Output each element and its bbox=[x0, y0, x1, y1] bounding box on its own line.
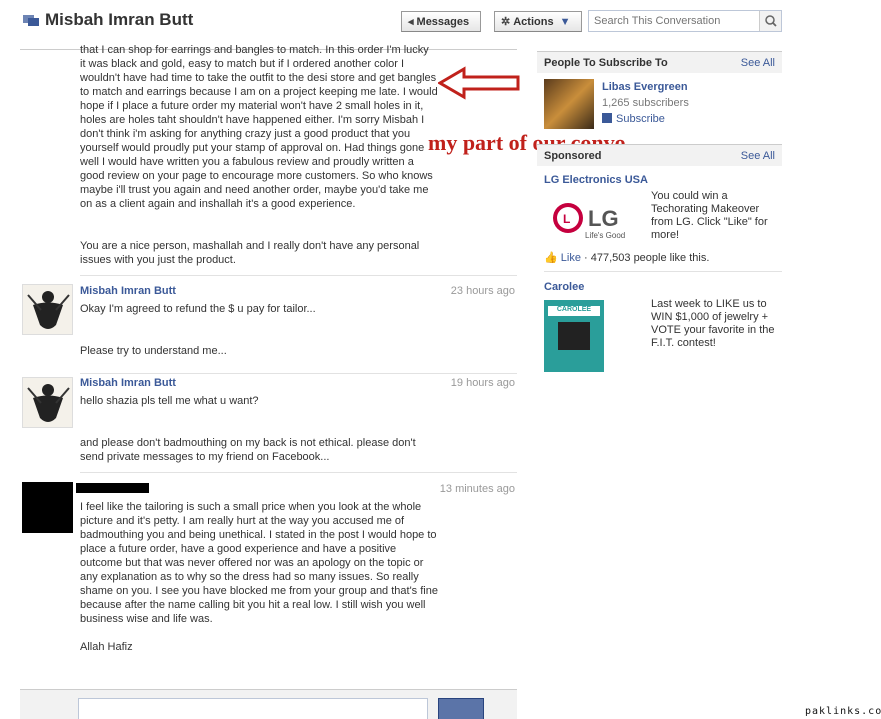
right-sidebar: People To Subscribe To See All Libas Eve… bbox=[537, 51, 782, 372]
subscribe-header: People To Subscribe To See All bbox=[537, 51, 782, 73]
conversation-header: Misbah Imran Butt ◂ Messages ✲ Actions ▼ bbox=[20, 8, 782, 36]
subscribe-link[interactable]: Subscribe bbox=[602, 113, 665, 125]
subscriber-count: 1,265 subscribers bbox=[602, 97, 689, 109]
see-all-link[interactable]: See All bbox=[741, 57, 775, 69]
page-title: Misbah Imran Butt bbox=[45, 10, 194, 29]
carolee-ad-image[interactable]: CAROLEE bbox=[544, 300, 604, 372]
lg-logo-text: LG bbox=[588, 206, 619, 231]
avatar[interactable] bbox=[22, 377, 73, 428]
sponsored-header: Sponsored See All bbox=[537, 144, 782, 166]
search-icon bbox=[765, 15, 777, 27]
libas-evergreen-image[interactable] bbox=[544, 79, 594, 129]
ad-title[interactable]: Carolee bbox=[544, 281, 584, 293]
reply-area bbox=[20, 689, 517, 719]
see-all-link[interactable]: See All bbox=[741, 150, 775, 162]
search-button[interactable] bbox=[759, 11, 781, 31]
chevron-down-icon: ▼ bbox=[559, 16, 571, 28]
subscribe-label: Subscribe bbox=[616, 113, 665, 125]
actions-button-label: Actions bbox=[513, 16, 554, 28]
message-body: hello shazia pls tell me what u want? bbox=[80, 395, 259, 407]
message-body: and please don't badmouthing on my back … bbox=[80, 437, 416, 463]
reply-button[interactable] bbox=[438, 698, 484, 719]
author-name[interactable]: Misbah Imran Butt bbox=[80, 285, 176, 297]
rss-icon bbox=[602, 113, 612, 123]
watermark: paklinks.com bbox=[805, 706, 881, 717]
author-name-redacted bbox=[76, 483, 149, 493]
red-arrow-annotation bbox=[438, 66, 520, 100]
message-body: Allah Hafiz bbox=[80, 641, 133, 653]
thumbs-up-icon: 👍 bbox=[544, 252, 558, 264]
ad-like-row: 👍 Like · 477,503 people like this. bbox=[544, 252, 710, 264]
avatar-redacted[interactable] bbox=[22, 482, 73, 533]
lg-logo[interactable]: L LG Life's Good bbox=[551, 201, 641, 241]
message-text-cut: that I can shop for earrings and bangles… bbox=[80, 44, 429, 56]
messages-button[interactable]: ◂ Messages bbox=[401, 11, 481, 32]
messages-button-label: Messages bbox=[416, 16, 470, 28]
message-body: Please try to understand me... bbox=[80, 345, 227, 357]
ad-text: Last week to LIKE us to WIN $1,000 of je… bbox=[651, 298, 775, 349]
timestamp: 19 hours ago bbox=[450, 377, 515, 389]
page: Misbah Imran Butt ◂Messages ✲Actions ▼ t… bbox=[0, 0, 881, 719]
author-name[interactable]: Misbah Imran Butt bbox=[80, 377, 176, 389]
actions-button[interactable]: ✲ Actions ▼ bbox=[494, 11, 582, 32]
gear-icon: ✲ bbox=[501, 16, 511, 28]
like-count: 477,503 people like this. bbox=[590, 252, 710, 264]
timestamp: 23 hours ago bbox=[450, 285, 515, 297]
divider bbox=[544, 271, 782, 272]
divider bbox=[80, 472, 517, 473]
sponsored-header-label: Sponsored bbox=[544, 150, 602, 162]
message-body: Okay I'm agreed to refund the $ u pay fo… bbox=[80, 303, 316, 315]
avatar-image bbox=[23, 378, 72, 427]
divider bbox=[80, 275, 517, 276]
like-link[interactable]: Like bbox=[561, 252, 581, 264]
message-body: You are a nice person, mashallah and I r… bbox=[80, 240, 420, 266]
subscribe-page-name[interactable]: Libas Evergreen bbox=[602, 81, 688, 93]
carolee-logo-text: CAROLEE bbox=[548, 306, 600, 316]
avatar[interactable] bbox=[22, 284, 73, 335]
reply-input[interactable] bbox=[78, 698, 428, 719]
search-box bbox=[588, 10, 782, 32]
conversation-icon bbox=[23, 15, 39, 26]
subscribe-header-label: People To Subscribe To bbox=[544, 57, 668, 69]
lg-logo-tagline: Life's Good bbox=[585, 231, 625, 240]
message-body: I feel like the tailoring is such a smal… bbox=[80, 501, 438, 625]
message-body: it was black and gold, easy to match but… bbox=[80, 58, 438, 210]
divider bbox=[80, 373, 517, 374]
ad-text: You could win a Techorating Makeover fro… bbox=[651, 190, 768, 241]
search-input[interactable] bbox=[589, 11, 757, 31]
back-arrow-icon: ◂ bbox=[408, 16, 414, 28]
timestamp: 13 minutes ago bbox=[439, 483, 515, 495]
svg-text:L: L bbox=[563, 212, 570, 226]
avatar-image bbox=[23, 285, 72, 334]
ad-title[interactable]: LG Electronics USA bbox=[544, 174, 648, 186]
